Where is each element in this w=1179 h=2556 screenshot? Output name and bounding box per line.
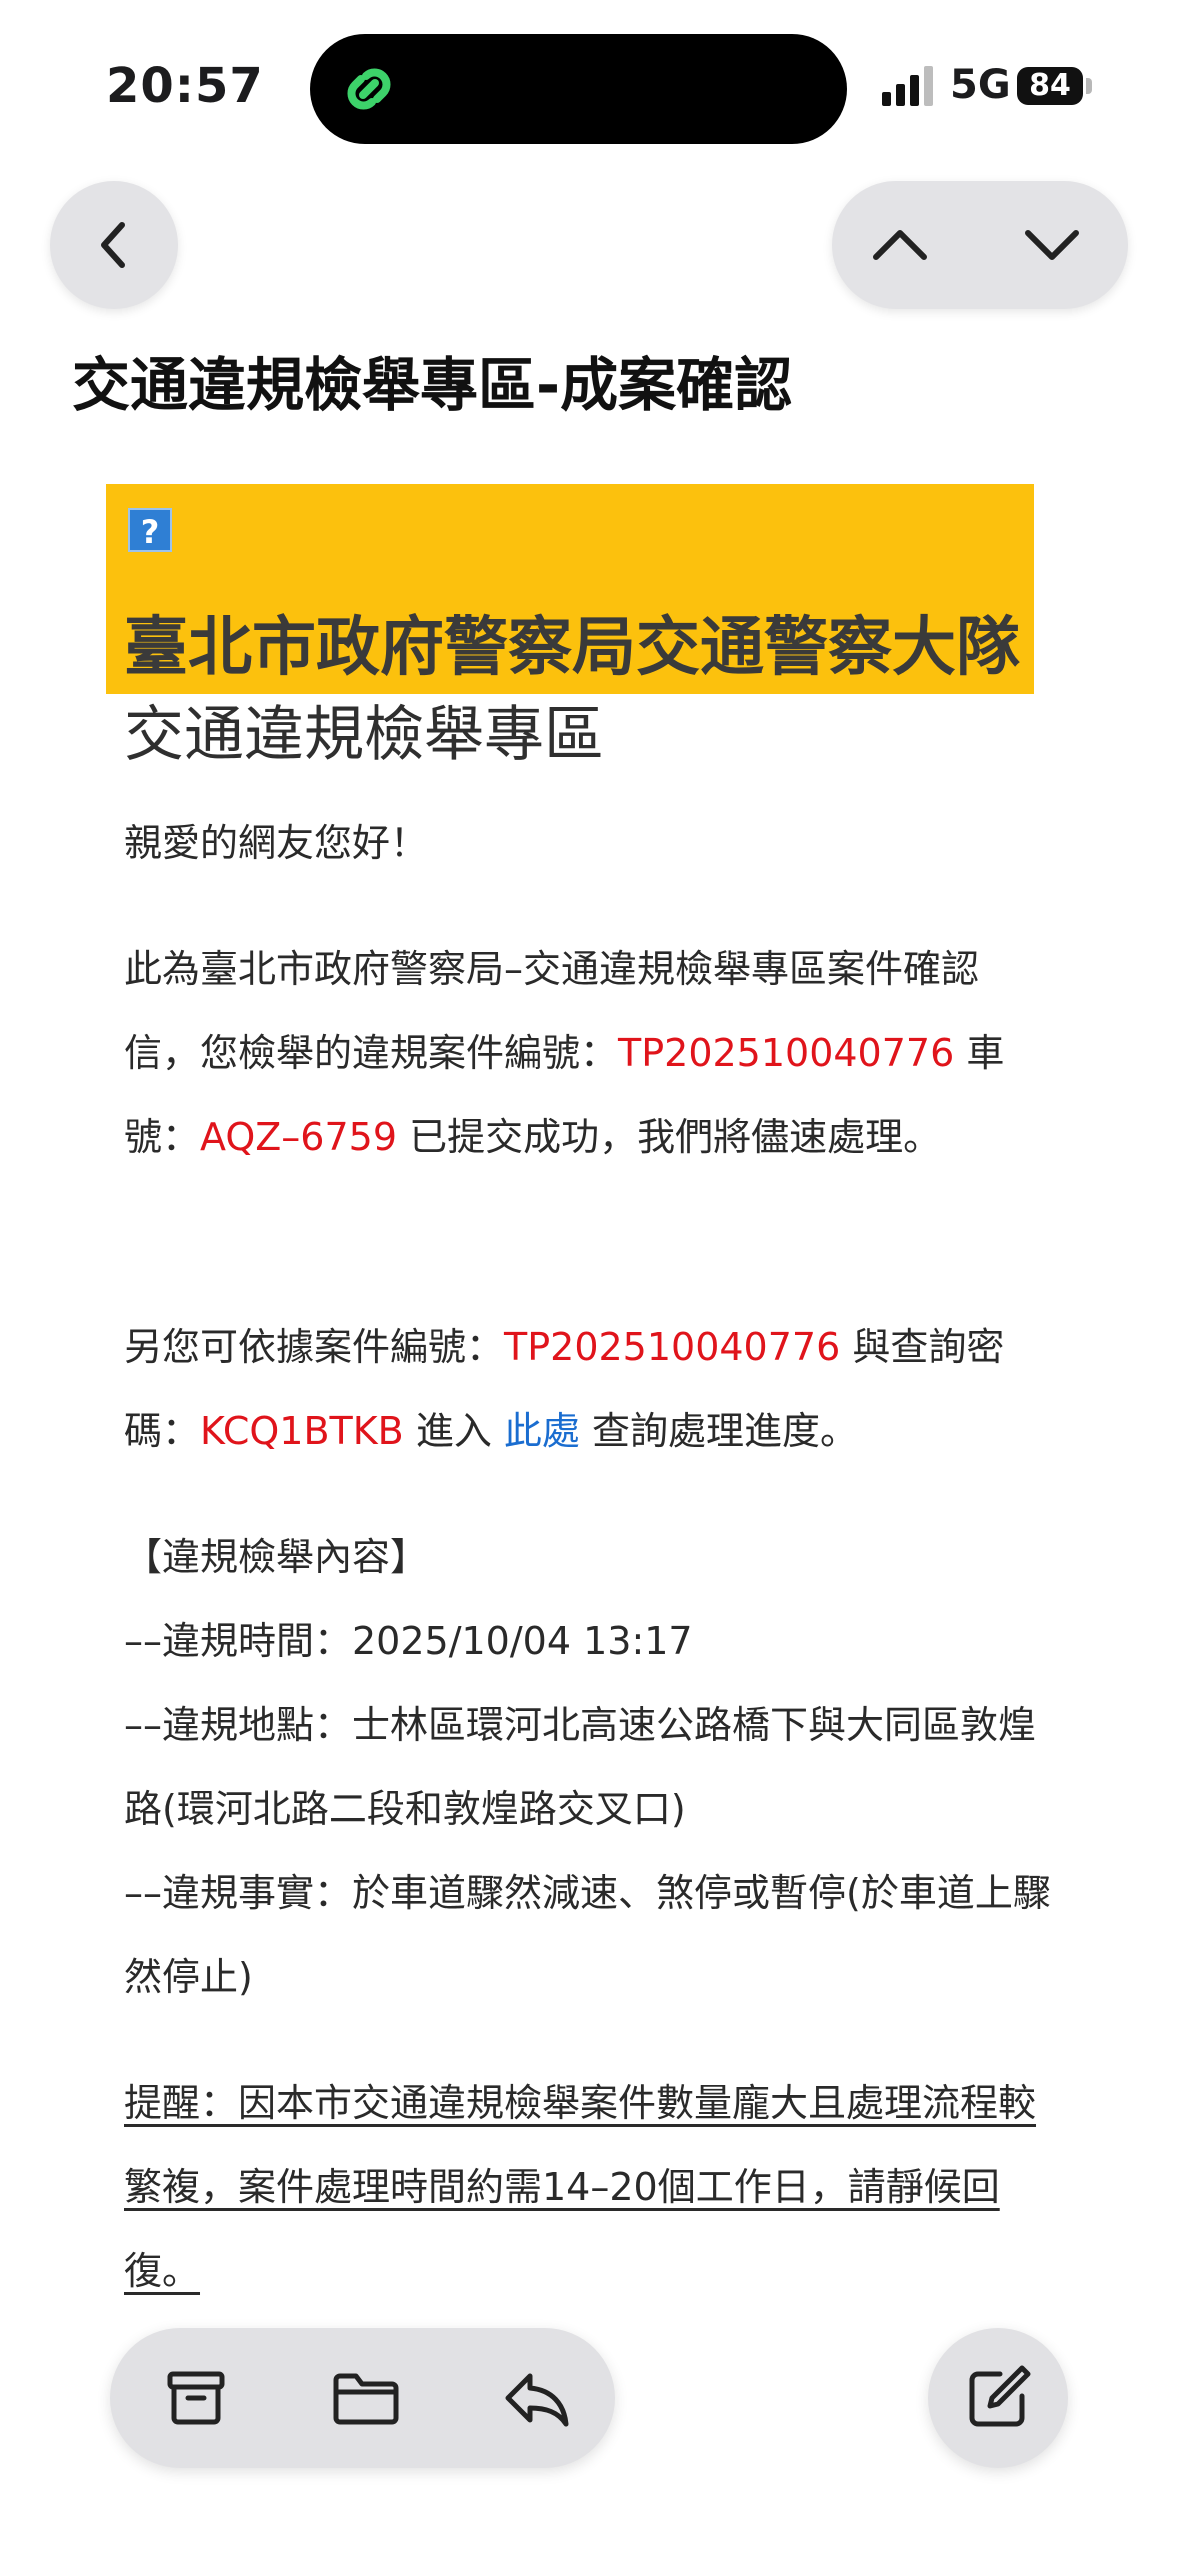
archive-button[interactable] [146, 2356, 246, 2440]
reply-icon [505, 2373, 569, 2427]
bottom-toolbar [110, 2328, 615, 2468]
confirmation-text-3: 已提交成功，我們將儘速處理。 [397, 1115, 942, 1159]
query-case-number: TP202510040776 [504, 1325, 841, 1369]
previous-message-button[interactable] [832, 181, 980, 309]
banner-org-title: 臺北市政府警察局交通警察大隊 [124, 611, 1020, 685]
dynamic-island [310, 34, 847, 144]
folder-icon [333, 2373, 399, 2425]
reminder: 提醒：因本市交通違規檢舉案件數量龐大且處理流程較繁複，案件處理時間約需14–20… [124, 2081, 1037, 2293]
case-number: TP202510040776 [618, 1031, 955, 1075]
violation-place: ––違規地點：士林區環河北高速公路橋下與大同區敦煌路(環河北路二段和敦煌路交叉口… [124, 1703, 1037, 1831]
link-icon [347, 68, 391, 110]
section-title: 【違規檢舉內容】 [124, 1535, 429, 1579]
back-button[interactable] [50, 181, 178, 309]
reply-button[interactable] [486, 2356, 586, 2440]
chevron-left-icon [101, 222, 125, 268]
signal-icon [882, 66, 933, 106]
header-banner: ? 臺北市政府警察局交通警察大隊 [106, 484, 1034, 694]
archive-icon [167, 2371, 225, 2425]
battery-indicator: 84 [1017, 67, 1083, 105]
network-type: 5G [950, 62, 1011, 108]
move-to-folder-button[interactable] [316, 2356, 416, 2440]
chevron-down-icon [1025, 230, 1079, 260]
query-text-4: 查詢處理進度。 [579, 1409, 859, 1453]
compose-button[interactable] [928, 2328, 1068, 2468]
query-text-3: 進入 [403, 1409, 504, 1453]
query-password: KCQ1BTKB [200, 1409, 404, 1453]
battery-cap [1086, 78, 1092, 94]
banner-zone-title: 交通違規檢舉專區 [124, 700, 604, 770]
plate-number: AQZ–6759 [200, 1115, 397, 1159]
next-message-button[interactable] [980, 181, 1128, 309]
mail-subject: 交通違規檢舉專區-成案確認 [72, 351, 793, 419]
violation-fact: ––違規事實：於車道驟然減速、煞停或暫停(於車道上驟然停止) [124, 1871, 1051, 1999]
violation-time: ––違規時間：2025/10/04 13:17 [124, 1619, 693, 1663]
confirmation-paragraph: 此為臺北市政府警察局–交通違規檢舉專區案件確認信，您檢舉的違規案件編號：TP20… [124, 927, 1054, 1179]
query-paragraph: 另您可依據案件編號：TP202510040776 與查詢密碼：KCQ1BTKB … [124, 1305, 1054, 1473]
greeting: 親愛的網友您好！ [124, 821, 429, 865]
violation-details: 【違規檢舉內容】 ––違規時間：2025/10/04 13:17 ––違規地點：… [124, 1515, 1054, 2019]
compose-icon [969, 2365, 1031, 2427]
status-time: 20:57 [106, 58, 264, 114]
chevron-up-icon [873, 230, 927, 260]
query-link[interactable]: 此處 [504, 1409, 580, 1453]
query-text-1: 另您可依據案件編號： [124, 1325, 505, 1369]
message-nav-group [832, 181, 1128, 309]
email-body: ? 臺北市政府警察局交通警察大隊 [106, 484, 1052, 694]
broken-image-icon: ? [128, 508, 172, 552]
